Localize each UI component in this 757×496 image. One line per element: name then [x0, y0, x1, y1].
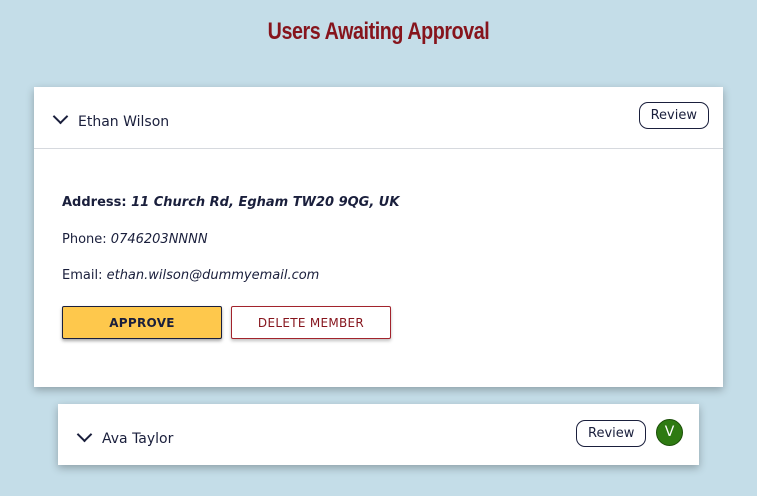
address-label: Address:: [62, 195, 127, 210]
email-value: ethan.wilson@dummyemail.com: [106, 268, 320, 283]
address-row: Address: 11 Church Rd, Egham TW20 9QG, U…: [62, 195, 399, 210]
verified-badge: V: [656, 419, 683, 446]
chevron-down-icon[interactable]: [76, 426, 93, 443]
member-name: Ava Taylor: [102, 431, 174, 447]
approve-button[interactable]: APPROVE: [62, 306, 222, 339]
member-name: Ethan Wilson: [78, 114, 170, 130]
review-button[interactable]: Review: [638, 102, 709, 129]
email-row: Email: ethan.wilson@dummyemail.com: [62, 268, 319, 283]
member-card-header[interactable]: Ethan Wilson Review: [34, 87, 723, 149]
email-label: Email:: [62, 268, 103, 283]
member-card-header[interactable]: Ava Taylor Review V: [58, 404, 699, 465]
member-card-ethan-wilson: Ethan Wilson Review Address: 11 Church R…: [34, 87, 723, 387]
address-value: 11 Church Rd, Egham TW20 9QG, UK: [131, 195, 400, 210]
member-card-ava-taylor: Ava Taylor Review V: [58, 404, 699, 465]
phone-row: Phone: 0746203NNNN: [62, 232, 208, 247]
chevron-down-icon[interactable]: [52, 108, 69, 125]
review-button[interactable]: Review: [576, 420, 647, 447]
phone-label: Phone:: [62, 232, 107, 247]
phone-value: 0746203NNNN: [110, 232, 208, 247]
delete-member-button[interactable]: DELETE MEMBER: [231, 306, 391, 339]
page-title: Users Awaiting Approval: [267, 18, 490, 45]
